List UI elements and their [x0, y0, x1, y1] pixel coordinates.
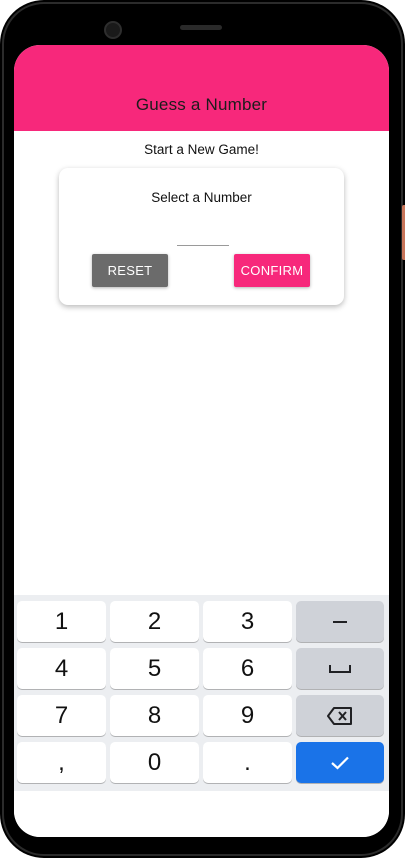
front-camera — [104, 21, 122, 39]
earpiece-speaker — [180, 25, 222, 30]
card-title: Select a Number — [151, 190, 252, 205]
key-done[interactable] — [296, 742, 384, 783]
device-frame: Guess a Number Start a New Game! Select … — [0, 0, 405, 858]
key-backspace[interactable] — [296, 695, 384, 736]
key-3[interactable]: 3 — [203, 601, 292, 642]
numeric-keyboard: 1 2 3 4 5 6 7 8 9 , 0 . — [14, 595, 389, 791]
key-period[interactable]: . — [203, 742, 292, 783]
confirm-button[interactable]: CONFIRM — [234, 254, 310, 287]
reset-button[interactable]: RESET — [92, 254, 168, 287]
number-input[interactable] — [177, 225, 229, 246]
key-6[interactable]: 6 — [203, 648, 292, 689]
screen: Guess a Number Start a New Game! Select … — [14, 45, 389, 837]
backspace-icon — [327, 706, 353, 725]
minus-icon — [333, 620, 347, 624]
key-8[interactable]: 8 — [110, 695, 199, 736]
input-card: Select a Number RESET CONFIRM — [59, 168, 344, 305]
key-0[interactable]: 0 — [110, 742, 199, 783]
app-header: Guess a Number — [14, 45, 389, 131]
key-2[interactable]: 2 — [110, 601, 199, 642]
key-4[interactable]: 4 — [17, 648, 106, 689]
checkmark-icon — [331, 756, 349, 770]
key-7[interactable]: 7 — [17, 695, 106, 736]
key-1[interactable]: 1 — [17, 601, 106, 642]
key-comma[interactable]: , — [17, 742, 106, 783]
key-space[interactable] — [296, 648, 384, 689]
key-minus[interactable] — [296, 601, 384, 642]
screen-subtitle: Start a New Game! — [144, 142, 259, 157]
navigation-bar — [14, 791, 389, 837]
space-icon — [329, 664, 351, 674]
key-9[interactable]: 9 — [203, 695, 292, 736]
key-5[interactable]: 5 — [110, 648, 199, 689]
app-title: Guess a Number — [135, 95, 268, 114]
